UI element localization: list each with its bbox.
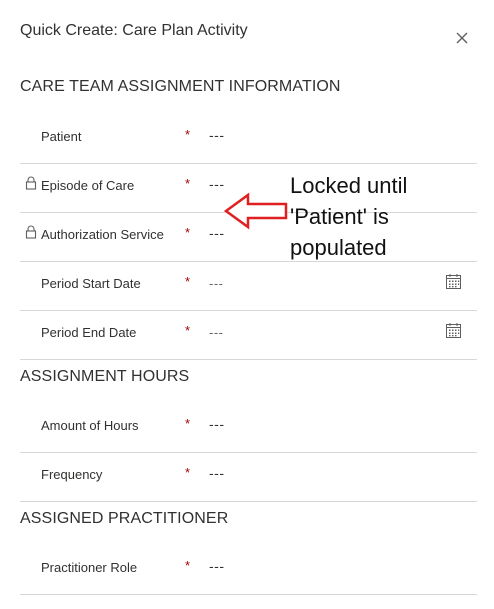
field-row-practitioner-role: Practitioner Role * --- xyxy=(20,546,477,595)
field-label: Amount of Hours xyxy=(41,418,139,433)
quick-create-title: Quick Create: Care Plan Activity xyxy=(20,22,248,39)
section-title-assigned-practitioner: ASSIGNED PRACTITIONER xyxy=(20,510,229,527)
calendar-icon[interactable] xyxy=(445,322,462,339)
field-row-patient: Patient * --- xyxy=(20,115,477,164)
required-indicator: * xyxy=(185,225,191,240)
lock-icon xyxy=(25,225,37,239)
period-start-date-input[interactable]: --- xyxy=(209,276,224,291)
field-row-amount-of-hours: Amount of Hours * --- xyxy=(20,404,477,453)
period-end-date-input[interactable]: --- xyxy=(209,325,224,340)
annotation-note: Locked until 'Patient' is populated xyxy=(290,173,408,260)
authorization-service-lookup-input[interactable]: --- xyxy=(209,225,225,241)
required-indicator: * xyxy=(185,465,191,480)
close-icon[interactable] xyxy=(453,29,471,47)
patient-lookup-input[interactable]: --- xyxy=(209,127,225,143)
episode-of-care-lookup-input[interactable]: --- xyxy=(209,176,225,192)
field-label: Authorization Service xyxy=(41,227,164,242)
field-row-period-start-date: Period Start Date * --- xyxy=(20,262,477,311)
lock-icon xyxy=(25,176,37,190)
field-label: Practitioner Role xyxy=(41,560,138,575)
left-arrow-icon xyxy=(224,192,288,230)
close-button[interactable] xyxy=(453,29,471,47)
required-indicator: * xyxy=(185,127,191,142)
required-indicator: * xyxy=(185,323,191,338)
field-row-frequency: Frequency * --- xyxy=(20,453,477,502)
field-label: Frequency xyxy=(41,467,103,482)
field-row-period-end-date: Period End Date * --- xyxy=(20,311,477,360)
required-indicator: * xyxy=(185,274,191,289)
practitioner-role-lookup-input[interactable]: --- xyxy=(209,558,225,574)
field-label: Period End Date xyxy=(41,325,137,340)
section-title-assignment-hours: ASSIGNMENT HOURS xyxy=(20,368,190,385)
required-indicator: * xyxy=(185,176,191,191)
field-label: Patient xyxy=(41,129,82,144)
field-label: Period Start Date xyxy=(41,276,141,291)
field-label: Episode of Care xyxy=(41,178,135,193)
amount-of-hours-input[interactable]: --- xyxy=(209,416,225,432)
frequency-input[interactable]: --- xyxy=(209,465,225,481)
required-indicator: * xyxy=(185,558,191,573)
calendar-icon[interactable] xyxy=(445,273,462,290)
required-indicator: * xyxy=(185,416,191,431)
section-title-care-team: CARE TEAM ASSIGNMENT INFORMATION xyxy=(20,78,341,95)
